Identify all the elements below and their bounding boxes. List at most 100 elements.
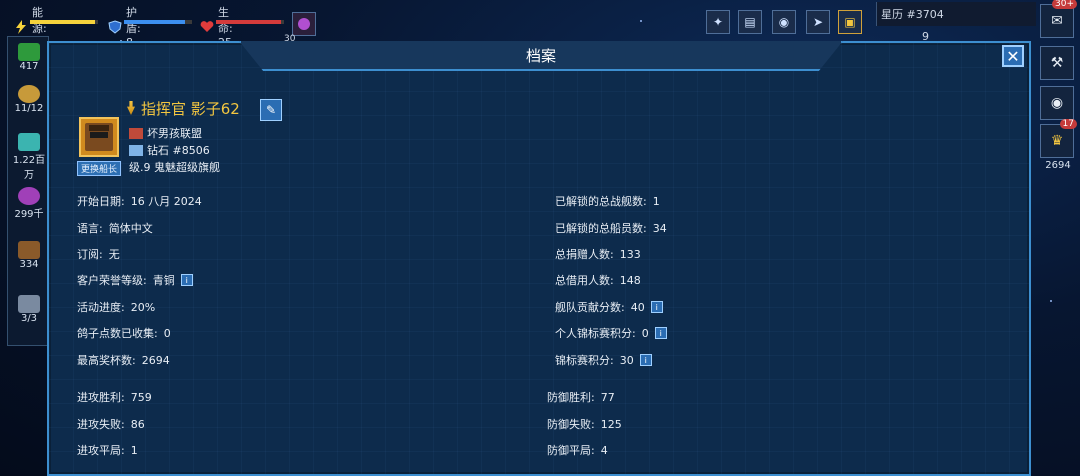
chat-icon: ✉: [1051, 13, 1063, 29]
trophy-value: 2694: [1045, 160, 1071, 171]
stat-value: 30: [619, 353, 634, 367]
stat-label: 防御胜利:: [547, 391, 595, 404]
stat-value: 2694: [141, 353, 170, 367]
alliance-button[interactable]: ◉: [772, 10, 796, 34]
stat-attack-wins: 进攻胜利: 759: [77, 389, 152, 405]
stat-label: 个人锦标赛积分:: [555, 327, 636, 340]
trophy-badge: 17: [1059, 119, 1077, 129]
info-icon[interactable]: i: [180, 274, 193, 286]
star-decoration: [640, 20, 642, 22]
stat-borrows: 总借用人数: 148: [555, 272, 641, 288]
energy-bar-fill: [30, 20, 95, 24]
stat-label: 进攻平局:: [77, 444, 125, 457]
stat-defense-wins: 防御胜利: 77: [547, 389, 615, 405]
crew-value: 3/3: [20, 313, 38, 324]
stat-value: 77: [600, 390, 615, 404]
profile-dialog: 档案 ✕ 指挥官 影子62 ✎ 更换船长 坏男孩联盟 钻石 #8506 级.9 …: [47, 41, 1031, 476]
starmap-button[interactable]: ✦: [706, 10, 730, 34]
shield-icon: [108, 19, 122, 34]
stat-crew-unlocked: 已解锁的总船员数: 34: [555, 220, 667, 236]
stat-tournament-points: 锦标赛积分: 30 i: [555, 352, 652, 368]
stat-label: 客户荣誉等级:: [77, 274, 147, 287]
pencil-icon: ✎: [265, 103, 277, 117]
mask-icon: ◉: [778, 15, 790, 29]
stat-label: 防御失败:: [547, 418, 595, 431]
sidebar-item-crate[interactable]: 334: [8, 241, 50, 270]
crate-icon: [18, 241, 40, 259]
stat-donations: 总捐赠人数: 133: [555, 246, 641, 262]
docs-button[interactable]: ▤: [738, 10, 762, 34]
bird-icon: ➤: [812, 15, 824, 29]
diamond-row: 钻石 #8506: [129, 142, 210, 158]
stat-value: 0: [163, 326, 171, 340]
hammer-icon: ⚒: [1050, 55, 1064, 71]
close-icon: ✕: [1006, 46, 1020, 66]
stat-label: 已解锁的总船员数:: [555, 222, 647, 235]
cash-value: 417: [19, 61, 39, 72]
change-captain-button[interactable]: 更换船长: [77, 161, 122, 176]
stat-value: 125: [600, 417, 622, 431]
stat-value: 0: [641, 326, 649, 340]
stat-value: 40: [630, 300, 645, 314]
stat-label: 锦标赛积分:: [555, 354, 614, 367]
info-icon[interactable]: i: [650, 301, 663, 313]
life-bar-fill: [216, 20, 281, 24]
sidebar-item-orb[interactable]: 299千: [8, 187, 50, 220]
sidebar-item-minerals[interactable]: 1.22百万: [8, 133, 50, 181]
sidebar-item-crew[interactable]: 3/3: [8, 295, 50, 324]
document-icon: ▤: [744, 15, 756, 29]
stat-attack-losses: 进攻失败: 86: [77, 416, 145, 432]
stat-label: 语言:: [77, 222, 103, 235]
info-icon[interactable]: i: [654, 327, 667, 339]
shop-button[interactable]: ▣: [838, 10, 862, 34]
stat-honor-level: 客户荣誉等级: 青铜 i: [77, 272, 193, 288]
build-button[interactable]: ⚒: [1040, 46, 1074, 80]
trophy-button[interactable]: ♛ 17: [1040, 119, 1077, 158]
stat-value: 无: [108, 248, 120, 261]
alliance-side-button[interactable]: ◉: [1040, 86, 1074, 120]
stat-defense-draws: 防御平局: 4: [547, 442, 608, 458]
info-icon[interactable]: i: [639, 354, 652, 366]
robot-icon: [18, 295, 40, 313]
stat-label: 最高奖杯数:: [77, 354, 136, 367]
life-bar: [216, 20, 284, 24]
crystal-icon: [18, 133, 40, 151]
resource-sidebar: 417 11/12 1.22百万 299千 334 3/3: [7, 36, 49, 346]
crate-value: 334: [19, 259, 39, 270]
captain-avatar[interactable]: [79, 117, 119, 157]
close-button[interactable]: ✕: [1002, 45, 1024, 67]
orb-icon: [18, 187, 40, 205]
trophy-icon: ♛: [1050, 133, 1064, 149]
stat-personal-tournament: 个人锦标赛积分: 0 i: [555, 325, 667, 341]
stat-value: 1: [652, 194, 660, 208]
right-sidebar: ✉ 30+ ⚒ ◉ ♛ 17 2694: [1036, 0, 1080, 476]
edit-name-button[interactable]: ✎: [260, 99, 282, 121]
stat-defense-losses: 防御失败: 125: [547, 416, 622, 432]
sidebar-item-cash[interactable]: 417: [8, 43, 50, 72]
stat-ships-unlocked: 已解锁的总战舰数: 1: [555, 193, 660, 209]
planet-button[interactable]: [292, 12, 316, 36]
orb-value: 299千: [14, 209, 44, 220]
minerals-value: 1.22百万: [12, 155, 46, 181]
ship-level: 级.9 鬼魅超级旗舰: [129, 161, 220, 174]
stat-label: 已解锁的总战舰数:: [555, 195, 647, 208]
chat-button[interactable]: ✉ 30+: [1040, 0, 1077, 38]
star-year-label: 星历 #3704: [876, 2, 1036, 26]
sidebar-item-fuel[interactable]: 11/12: [8, 85, 50, 114]
stat-start-date: 开始日期: 16 八月 2024: [77, 193, 202, 209]
stat-value: 4: [600, 443, 608, 457]
stat-value: 759: [130, 390, 152, 404]
alliance-name: 坏男孩联盟: [147, 127, 202, 140]
avatar-portrait: [85, 123, 113, 151]
alliance-emblem-icon: [129, 127, 143, 139]
stat-label: 总捐赠人数:: [555, 248, 614, 261]
stat-value: 青铜: [152, 274, 175, 287]
stat-label: 活动进度:: [77, 301, 125, 314]
lightning-icon: [14, 19, 28, 34]
stat-label: 舰队贡献分数:: [555, 301, 625, 314]
social-button[interactable]: ➤: [806, 10, 830, 34]
alliance-row: 坏男孩联盟: [129, 125, 202, 141]
fuel-icon: [18, 85, 40, 103]
stat-value: 简体中文: [108, 222, 153, 235]
diamond-rank: 钻石 #8506: [147, 144, 210, 157]
